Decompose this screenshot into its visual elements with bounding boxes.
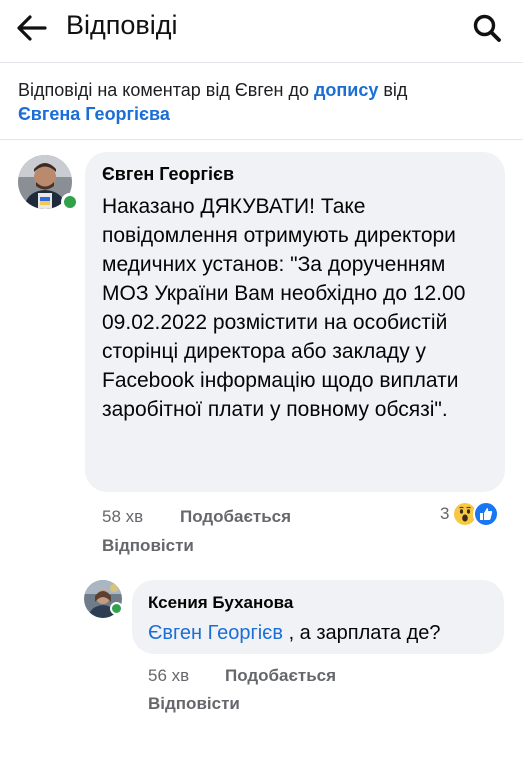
reply-text: Євген Георгієв , а зарплата де? <box>148 620 498 646</box>
reply-mention-link[interactable]: Євген Георгієв <box>148 622 283 644</box>
reply-body: , а зарплата де? <box>283 622 441 644</box>
reaction-count: 3 <box>440 504 450 523</box>
reply-context: Відповіді на коментар від Євген до допис… <box>18 78 508 126</box>
like-icon <box>473 501 500 527</box>
comment-author[interactable]: Євген Георгієв <box>102 164 234 185</box>
context-middle: від <box>378 80 408 100</box>
reaction-summary[interactable]: 3 <box>440 501 500 527</box>
author-link[interactable]: Євгена Георгієва <box>18 104 170 124</box>
post-link[interactable]: допису <box>314 80 378 100</box>
reply-like-button[interactable]: Подобається <box>225 666 336 686</box>
like-button[interactable]: Подобається <box>180 507 291 527</box>
comment-text: Наказано ДЯКУВАТИ! Таке повідомлення отр… <box>102 195 466 421</box>
comment-timestamp: 58 хв <box>102 507 144 526</box>
top-app-bar: Відповіді <box>0 0 523 56</box>
online-status-indicator <box>110 602 123 615</box>
back-button[interactable] <box>12 8 52 48</box>
context-prefix: Відповіді на коментар від Євген до <box>18 80 314 100</box>
back-arrow-icon <box>17 15 47 41</box>
header-divider <box>0 62 523 63</box>
reply-author[interactable]: Ксения Буханова <box>148 593 293 613</box>
page-title: Відповіді <box>66 10 178 40</box>
reply-reply-button[interactable]: Відповісти <box>148 694 240 714</box>
reply-button[interactable]: Відповісти <box>102 536 194 556</box>
reply-timestamp: 56 хв <box>148 666 190 685</box>
search-button[interactable] <box>467 8 507 48</box>
context-divider <box>0 139 523 140</box>
search-icon <box>473 14 501 42</box>
online-status-indicator <box>61 193 79 211</box>
